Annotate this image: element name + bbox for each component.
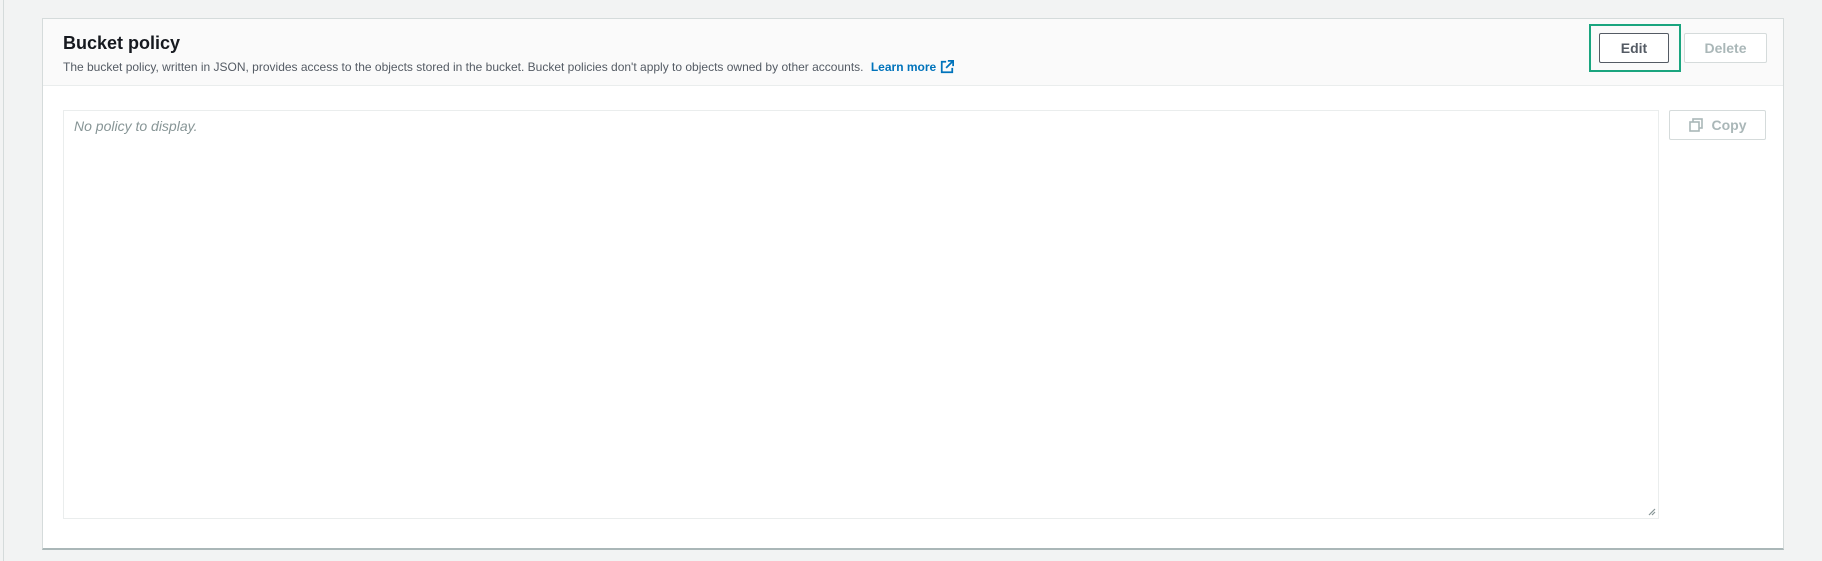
delete-button-label: Delete bbox=[1704, 40, 1747, 56]
copy-button[interactable]: Copy bbox=[1669, 110, 1766, 140]
policy-editor[interactable]: No policy to display. bbox=[63, 110, 1659, 519]
learn-more-label: Learn more bbox=[870, 60, 937, 74]
edit-button-label: Edit bbox=[1620, 40, 1648, 56]
policy-description-text: The bucket policy, written in JSON, prov… bbox=[63, 60, 864, 74]
copy-button-label: Copy bbox=[1711, 117, 1747, 133]
edit-button[interactable]: Edit bbox=[1599, 33, 1669, 63]
delete-button[interactable]: Delete bbox=[1684, 33, 1767, 63]
bucket-policy-panel: Bucket policy The bucket policy, written… bbox=[42, 18, 1784, 550]
policy-placeholder: No policy to display. bbox=[74, 118, 198, 134]
panel-header: Bucket policy The bucket policy, written… bbox=[43, 19, 1783, 86]
page-title: Bucket policy bbox=[63, 33, 181, 53]
resize-handle-icon[interactable] bbox=[1646, 506, 1656, 516]
copy-icon bbox=[1688, 118, 1703, 132]
page-left-border bbox=[3, 0, 4, 561]
policy-description: The bucket policy, written in JSON, prov… bbox=[63, 59, 955, 75]
learn-more-link[interactable]: Learn more bbox=[870, 60, 955, 74]
external-link-icon bbox=[941, 60, 955, 74]
